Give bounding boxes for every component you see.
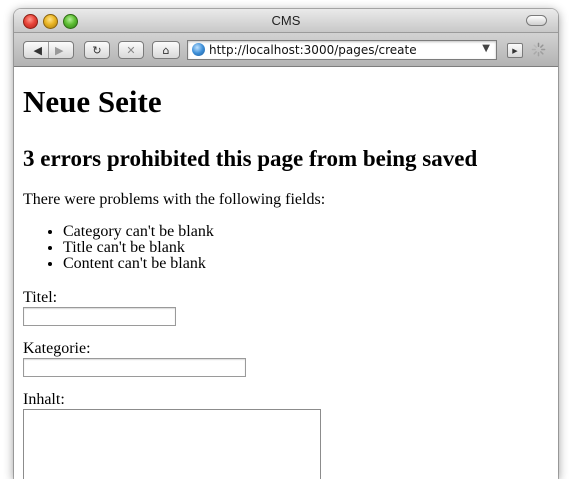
home-button[interactable]: ⌂ (152, 41, 180, 59)
stop-icon: ✕ (126, 43, 136, 57)
title-bar: CMS (14, 9, 558, 33)
globe-icon (192, 43, 205, 56)
history-dropdown-icon[interactable]: ▼ (482, 43, 490, 54)
loading-spinner-icon (531, 42, 546, 57)
error-list-item: Content can't be blank (63, 256, 214, 272)
nav-divider (48, 42, 49, 58)
error-list-item: Category can't be blank (63, 224, 214, 240)
error-list: Category can't be blank Title can't be b… (23, 224, 214, 272)
error-summary-heading: 3 errors prohibited this page from being… (23, 146, 478, 171)
category-label: Kategorie: (23, 340, 91, 357)
error-intro-text: There were problems with the following f… (23, 191, 326, 208)
back-forward-group: ◀ ▶ (23, 41, 74, 59)
error-list-item: Title can't be blank (63, 240, 214, 256)
browser-window: CMS ◀ ▶ ↻ ✕ ⌂ http://localhost:3000/page… (14, 9, 558, 479)
reload-button[interactable]: ↻ (84, 41, 110, 59)
address-bar[interactable]: http://localhost:3000/pages/create ▼ (187, 40, 497, 60)
browser-toolbar: ◀ ▶ ↻ ✕ ⌂ http://localhost:3000/pages/cr… (14, 33, 558, 67)
reload-icon: ↻ (92, 43, 102, 57)
home-icon: ⌂ (162, 43, 170, 57)
go-button[interactable]: ▶ (507, 43, 523, 58)
content-label: Inhalt: (23, 391, 65, 408)
page-content: Neue Seite 3 errors prohibited this page… (14, 67, 558, 479)
title-input[interactable] (23, 307, 176, 326)
title-label: Titel: (23, 289, 58, 306)
content-textarea[interactable] (23, 409, 321, 479)
category-input[interactable] (23, 358, 246, 377)
play-icon: ▶ (512, 46, 518, 55)
back-arrow-icon[interactable]: ◀ (34, 44, 42, 57)
stop-button[interactable]: ✕ (118, 41, 144, 59)
url-text[interactable]: http://localhost:3000/pages/create (209, 43, 417, 57)
forward-arrow-icon[interactable]: ▶ (55, 44, 63, 57)
window-title: CMS (271, 13, 301, 28)
toolbar-toggle-button[interactable] (526, 15, 547, 26)
page-title: Neue Seite (23, 84, 162, 119)
